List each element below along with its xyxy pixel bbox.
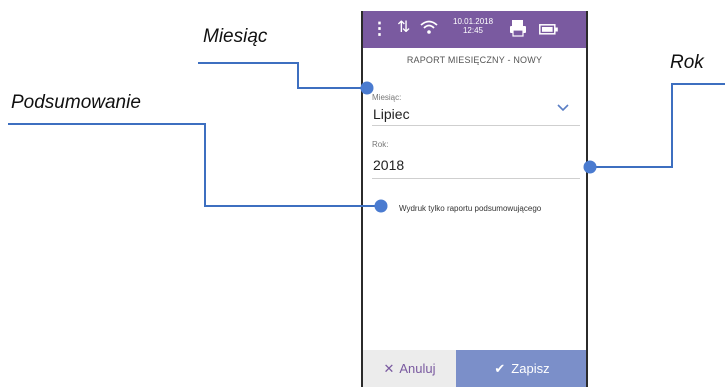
- callout-month-line: [198, 62, 367, 89]
- callout-year-marker: [583, 160, 597, 174]
- callout-year-line: [590, 83, 725, 168]
- callout-lines: [8, 62, 725, 213]
- callout-summary-line: [8, 123, 381, 207]
- callout-month-marker: [360, 81, 374, 95]
- callout-summary-marker: [374, 199, 388, 213]
